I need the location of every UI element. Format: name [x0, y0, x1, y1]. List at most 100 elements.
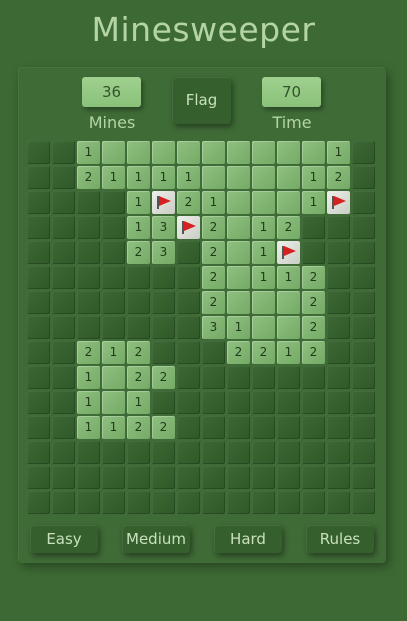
hidden-cell[interactable]	[352, 366, 375, 389]
revealed-cell[interactable]	[227, 241, 250, 264]
hidden-cell[interactable]	[27, 491, 50, 514]
hidden-cell[interactable]	[277, 491, 300, 514]
revealed-cell[interactable]	[202, 166, 225, 189]
revealed-cell[interactable]	[277, 141, 300, 164]
revealed-cell[interactable]: 2	[202, 291, 225, 314]
hidden-cell[interactable]	[327, 266, 350, 289]
revealed-cell[interactable]	[252, 316, 275, 339]
revealed-cell[interactable]: 1	[277, 341, 300, 364]
hidden-cell[interactable]	[352, 491, 375, 514]
hidden-cell[interactable]	[252, 441, 275, 464]
hidden-cell[interactable]	[52, 141, 75, 164]
revealed-cell[interactable]: 1	[127, 216, 150, 239]
hidden-cell[interactable]	[102, 266, 125, 289]
hidden-cell[interactable]	[52, 416, 75, 439]
revealed-cell[interactable]: 2	[152, 366, 175, 389]
revealed-cell[interactable]: 1	[77, 366, 100, 389]
hidden-cell[interactable]	[52, 316, 75, 339]
revealed-cell[interactable]	[252, 141, 275, 164]
hidden-cell[interactable]	[52, 241, 75, 264]
hidden-cell[interactable]	[302, 491, 325, 514]
hidden-cell[interactable]	[27, 316, 50, 339]
revealed-cell[interactable]: 2	[77, 166, 100, 189]
revealed-cell[interactable]	[252, 191, 275, 214]
revealed-cell[interactable]	[102, 391, 125, 414]
hidden-cell[interactable]	[77, 441, 100, 464]
revealed-cell[interactable]: 2	[77, 341, 100, 364]
flag-mode-button[interactable]: Flag	[172, 77, 231, 124]
hidden-cell[interactable]	[27, 416, 50, 439]
hidden-cell[interactable]	[227, 416, 250, 439]
hidden-cell[interactable]	[177, 466, 200, 489]
revealed-cell[interactable]: 1	[227, 316, 250, 339]
revealed-cell[interactable]	[227, 291, 250, 314]
hidden-cell[interactable]	[102, 441, 125, 464]
revealed-cell[interactable]	[277, 166, 300, 189]
revealed-cell[interactable]: 2	[127, 366, 150, 389]
hidden-cell[interactable]	[177, 291, 200, 314]
revealed-cell[interactable]: 1	[102, 166, 125, 189]
hidden-cell[interactable]	[352, 166, 375, 189]
hidden-cell[interactable]	[202, 391, 225, 414]
revealed-cell[interactable]: 3	[202, 316, 225, 339]
hidden-cell[interactable]	[77, 266, 100, 289]
hidden-cell[interactable]	[327, 366, 350, 389]
hidden-cell[interactable]	[27, 216, 50, 239]
hidden-cell[interactable]	[27, 266, 50, 289]
hidden-cell[interactable]	[152, 341, 175, 364]
hidden-cell[interactable]	[352, 341, 375, 364]
hidden-cell[interactable]	[352, 191, 375, 214]
hidden-cell[interactable]	[327, 316, 350, 339]
hidden-cell[interactable]	[202, 416, 225, 439]
hidden-cell[interactable]	[327, 391, 350, 414]
revealed-cell[interactable]	[152, 141, 175, 164]
revealed-cell[interactable]: 2	[277, 216, 300, 239]
hidden-cell[interactable]	[127, 441, 150, 464]
hidden-cell[interactable]	[227, 391, 250, 414]
revealed-cell[interactable]: 1	[302, 166, 325, 189]
hidden-cell[interactable]	[77, 241, 100, 264]
hidden-cell[interactable]	[352, 141, 375, 164]
revealed-cell[interactable]: 2	[127, 416, 150, 439]
hidden-cell[interactable]	[152, 391, 175, 414]
revealed-cell[interactable]	[227, 266, 250, 289]
revealed-cell[interactable]	[202, 141, 225, 164]
revealed-cell[interactable]: 1	[77, 141, 100, 164]
hidden-cell[interactable]	[77, 291, 100, 314]
hidden-cell[interactable]	[202, 491, 225, 514]
hidden-cell[interactable]	[52, 191, 75, 214]
hidden-cell[interactable]	[152, 466, 175, 489]
revealed-cell[interactable]	[127, 141, 150, 164]
revealed-cell[interactable]: 1	[277, 266, 300, 289]
revealed-cell[interactable]	[227, 141, 250, 164]
hidden-cell[interactable]	[327, 466, 350, 489]
hidden-cell[interactable]	[27, 466, 50, 489]
hidden-cell[interactable]	[277, 391, 300, 414]
hidden-cell[interactable]	[102, 316, 125, 339]
revealed-cell[interactable]: 2	[202, 266, 225, 289]
hidden-cell[interactable]	[302, 466, 325, 489]
revealed-cell[interactable]: 1	[177, 166, 200, 189]
revealed-cell[interactable]: 1	[127, 166, 150, 189]
hidden-cell[interactable]	[227, 491, 250, 514]
hidden-cell[interactable]	[177, 491, 200, 514]
hidden-cell[interactable]	[327, 441, 350, 464]
revealed-cell[interactable]	[252, 291, 275, 314]
revealed-cell[interactable]: 2	[302, 341, 325, 364]
hidden-cell[interactable]	[52, 216, 75, 239]
revealed-cell[interactable]	[102, 141, 125, 164]
rules-button[interactable]: Rules	[306, 525, 374, 553]
hidden-cell[interactable]	[27, 166, 50, 189]
hidden-cell[interactable]	[102, 241, 125, 264]
hidden-cell[interactable]	[202, 366, 225, 389]
hidden-cell[interactable]	[302, 416, 325, 439]
revealed-cell[interactable]: 2	[302, 316, 325, 339]
revealed-cell[interactable]	[302, 141, 325, 164]
revealed-cell[interactable]: 1	[252, 266, 275, 289]
hidden-cell[interactable]	[177, 266, 200, 289]
hidden-cell[interactable]	[227, 366, 250, 389]
hidden-cell[interactable]	[27, 291, 50, 314]
hidden-cell[interactable]	[302, 441, 325, 464]
hidden-cell[interactable]	[52, 291, 75, 314]
hidden-cell[interactable]	[177, 341, 200, 364]
